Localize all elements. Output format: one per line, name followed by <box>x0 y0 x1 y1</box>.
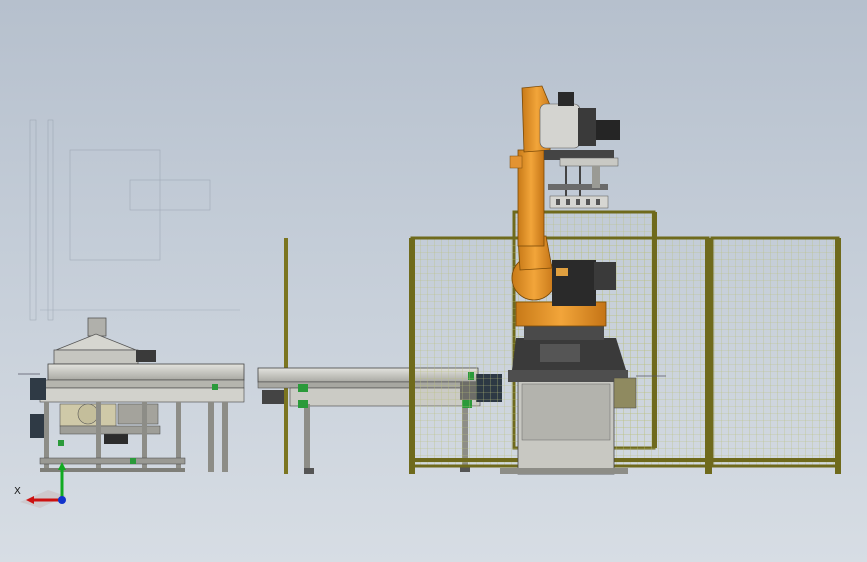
palletizing-robot[interactable] <box>509 85 620 327</box>
forming-machine[interactable] <box>29 119 245 472</box>
cad-model-scene[interactable] <box>0 0 867 562</box>
x-axis-label: X <box>14 486 21 497</box>
z-axis-icon <box>58 496 66 504</box>
safety-fence[interactable] <box>409 210 841 474</box>
coordinate-triad: X <box>14 462 66 508</box>
cad-viewport[interactable]: X <box>0 0 867 562</box>
gripper <box>548 157 619 209</box>
